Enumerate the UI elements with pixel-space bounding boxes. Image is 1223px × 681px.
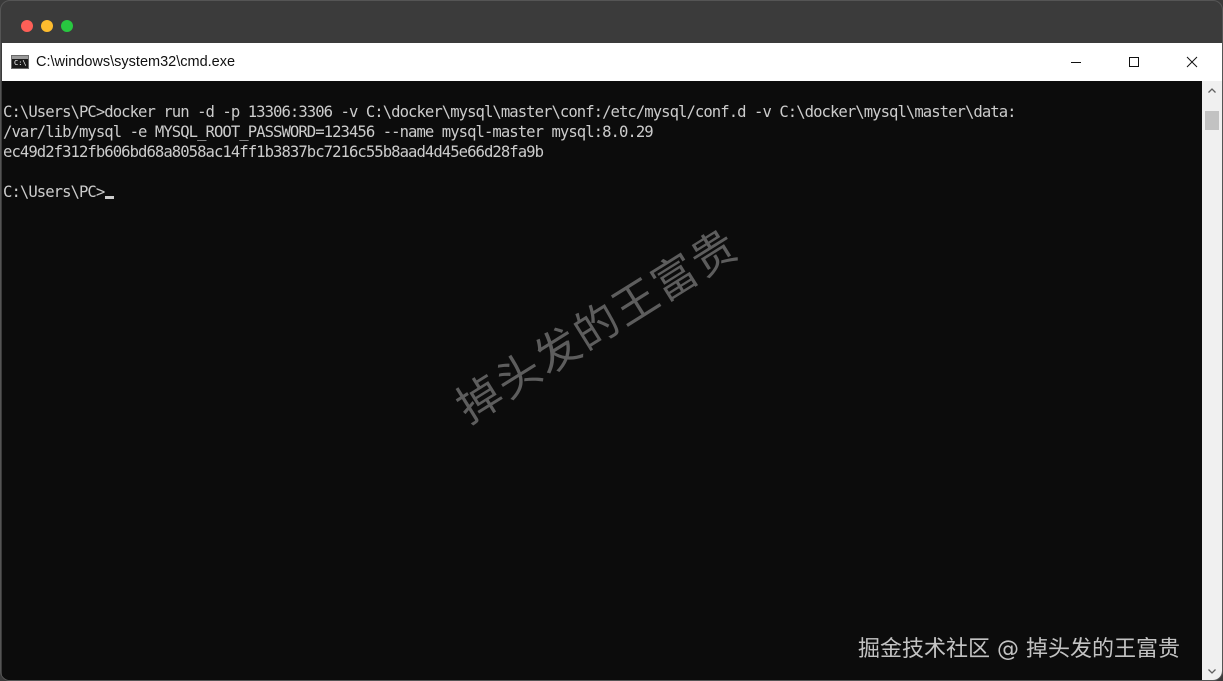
window-titlebar[interactable]: C:\ C:\windows\system32\cmd.exe: [2, 43, 1222, 81]
minimize-icon: [1071, 62, 1081, 63]
console-prompt-line[interactable]: C:\Users\PC>: [3, 182, 115, 202]
console-line: /var/lib/mysql -e MYSQL_ROOT_PASSWORD=12…: [3, 123, 654, 141]
cmd-window: C:\ C:\windows\system32\cmd.exe C:\Users…: [2, 43, 1222, 680]
maximize-button[interactable]: [1105, 43, 1163, 81]
window-title: C:\windows\system32\cmd.exe: [36, 54, 236, 70]
close-icon: [1186, 56, 1198, 68]
scroll-down-button[interactable]: [1202, 661, 1222, 680]
chevron-up-icon: [1208, 88, 1216, 93]
watermark-text: 掉头发的王富贵: [447, 219, 748, 434]
close-button[interactable]: [1163, 43, 1221, 81]
text-cursor: [105, 196, 115, 199]
maximize-icon: [1129, 57, 1139, 67]
chevron-down-icon: [1208, 669, 1216, 674]
console-prompt: C:\Users\PC>: [3, 183, 105, 201]
mac-zoom-button[interactable]: [61, 20, 73, 32]
minimize-button[interactable]: [1047, 43, 1105, 81]
vertical-scrollbar[interactable]: [1202, 81, 1222, 680]
console-line: ec49d2f312fb606bd68a8058ac14ff1b3837bc72…: [3, 143, 544, 161]
console-output[interactable]: C:\Users\PC>docker run -d -p 13306:3306 …: [2, 81, 1202, 680]
scroll-up-button[interactable]: [1202, 81, 1222, 101]
cmd-icon-label: C:\: [14, 59, 27, 67]
console-line: C:\Users\PC>docker run -d -p 13306:3306 …: [3, 103, 1017, 121]
mac-close-button[interactable]: [21, 20, 33, 32]
mac-window-frame: C:\ C:\windows\system32\cmd.exe C:\Users…: [0, 0, 1223, 681]
mac-minimize-button[interactable]: [41, 20, 53, 32]
mac-title-bar: [1, 1, 1222, 43]
corner-watermark: 掘金技术社区 @ 掉头发的王富贵: [858, 637, 1180, 662]
scrollbar-thumb[interactable]: [1205, 111, 1219, 130]
cmd-console-icon[interactable]: C:\: [11, 55, 29, 69]
